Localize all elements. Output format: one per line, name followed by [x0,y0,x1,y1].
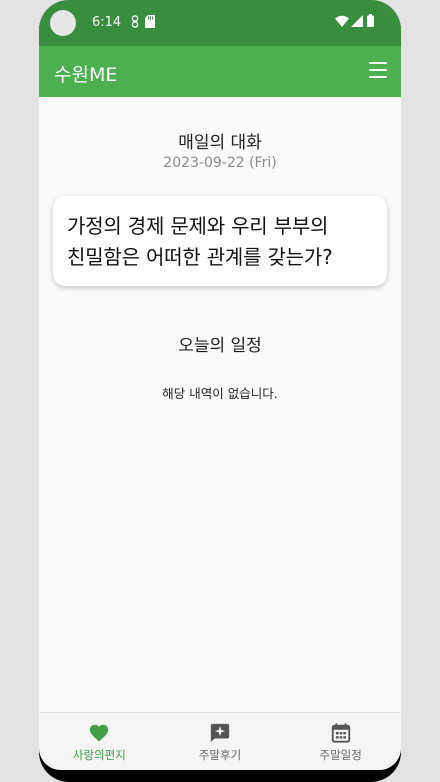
cell-signal-icon [351,15,363,27]
nav-item-weekend-schedule[interactable]: 주말일정 [280,713,401,770]
daily-date: 2023-09-22 (Fri) [163,155,277,171]
nav-label: 주말일정 [319,748,362,762]
device-frame: 6:14 수원ME 매일의 대화 2023-09-22 (Fri) 가정의 경제… [39,0,401,782]
battery-icon [367,14,374,27]
status-time: 6:14 [92,15,122,30]
bottom-navigation: 사랑의편지 주말후기 주말일정 [39,712,401,770]
menu-button[interactable] [369,62,387,78]
status-bar: 6:14 [39,0,401,46]
nav-label: 사랑의편지 [72,748,126,762]
review-sparkle-icon [210,723,230,743]
app-bar: 수원ME [39,46,401,97]
app-title: 수원ME [54,64,118,86]
menu-icon [369,62,387,64]
today-schedule-title: 오늘의 일정 [178,336,262,356]
camera-cutout [50,10,76,36]
nav-item-weekend-review[interactable]: 주말후기 [160,713,281,770]
screen: 6:14 수원ME 매일의 대화 2023-09-22 (Fri) 가정의 경제… [39,0,401,770]
sd-card-icon [145,15,155,28]
question-line-2: 친밀함은 어떠한 관계를 갖는가? [67,245,333,269]
wifi-icon [335,15,349,27]
empty-schedule-message: 해당 내역이 없습니다. [162,386,278,401]
question-line-1: 가정의 경제 문제와 우리 부부의 [67,214,329,238]
notification-icon [131,15,139,28]
daily-conversation-title: 매일의 대화 [178,133,262,153]
nav-item-love-letter[interactable]: 사랑의편지 [39,713,160,770]
heart-icon [90,724,109,742]
question-card[interactable]: 가정의 경제 문제와 우리 부부의 친밀함은 어떠한 관계를 갖는가? [53,196,387,286]
calendar-icon [331,723,350,743]
nav-label: 주말후기 [198,748,242,762]
